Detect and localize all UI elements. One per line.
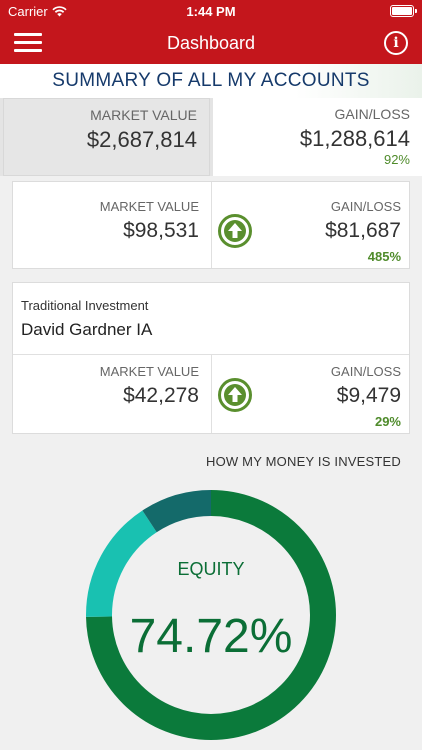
summary-header: SUMMARY OF ALL MY ACCOUNTS [0, 64, 422, 98]
summary-gain-loss-amount: $1,288,614 [299, 126, 410, 151]
status-bar: Carrier 1:44 PM [0, 0, 422, 22]
summary-title: SUMMARY OF ALL MY ACCOUNTS [52, 70, 370, 91]
summary-market-value: MARKET VALUE $2,687,814 [3, 98, 210, 176]
account-type: Traditional Investment [21, 298, 149, 313]
gain-loss-percent: 29% [374, 414, 401, 429]
gain-loss-amount: $9,479 [336, 384, 401, 407]
gain-up-icon [218, 214, 252, 248]
arrow-up-icon [228, 387, 242, 402]
market-value-amount: $42,278 [123, 384, 199, 407]
account-name: David Gardner IA [21, 320, 153, 339]
page-title: Dashboard [166, 33, 256, 53]
market-value-label: MARKET VALUE [99, 364, 199, 379]
summary-market-value-label: MARKET VALUE [90, 107, 197, 123]
allocation-center-value: 74.72% [130, 610, 293, 663]
gain-loss-label: GAIN/LOSS [330, 364, 401, 379]
nav-bar: Dashboard i [0, 22, 422, 64]
summary-gain-loss: GAIN/LOSS $1,288,614 92% [213, 98, 422, 176]
gain-loss-percent: 485% [367, 249, 401, 264]
allocation-center-label: EQUITY [177, 559, 244, 579]
info-icon[interactable]: i [384, 31, 408, 55]
summary-gain-loss-label: GAIN/LOSS [334, 106, 410, 122]
battery-icon [390, 5, 417, 17]
gain-loss-amount: $81,687 [325, 219, 401, 242]
account-card[interactable]: MARKET VALUE $98,531 GAIN/LOSS $81,687 4… [12, 181, 410, 269]
market-value-label: MARKET VALUE [99, 199, 199, 214]
account-card[interactable]: Traditional Investment David Gardner IA … [12, 282, 410, 434]
allocation-title: HOW MY MONEY IS INVESTED [205, 454, 401, 469]
summary-row[interactable]: MARKET VALUE $2,687,814 GAIN/LOSS $1,288… [0, 98, 422, 176]
market-value-amount: $98,531 [123, 219, 199, 242]
status-time: 1:44 PM [186, 4, 236, 19]
summary-market-value-amount: $2,687,814 [86, 127, 197, 152]
gain-up-icon [218, 378, 252, 412]
summary-gain-loss-percent: 92% [383, 152, 410, 167]
allocation-donut-chart[interactable]: EQUITY 74.72% [0, 470, 422, 750]
arrow-up-icon [228, 223, 242, 238]
gain-loss-label: GAIN/LOSS [330, 199, 401, 214]
